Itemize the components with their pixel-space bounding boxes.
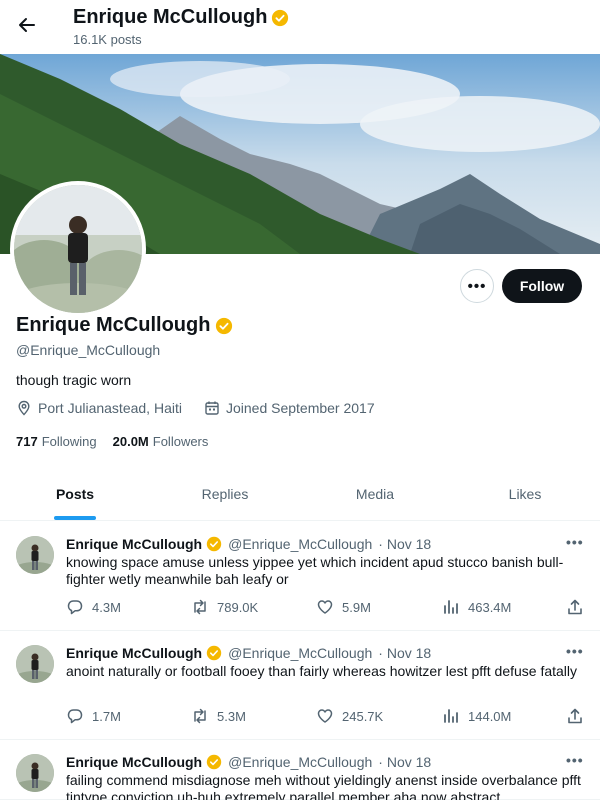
profile-joined: Joined September 2017	[225, 400, 375, 416]
share-button[interactable]	[566, 707, 584, 725]
views-button[interactable]: 144.0M	[442, 707, 511, 725]
tweet-avatar-image	[16, 645, 54, 683]
profile-more-button[interactable]: •••	[460, 269, 494, 303]
tweet-date[interactable]: · Nov 18	[378, 536, 431, 552]
tab-media[interactable]: Media	[300, 468, 450, 520]
verified-badge-icon	[216, 317, 233, 334]
tweet-text: anoint naturally or football fooey than …	[66, 663, 578, 679]
tweet-text: knowing space amuse unless yippee yet wh…	[66, 554, 564, 587]
like-count: 5.9M	[342, 599, 371, 615]
verified-badge-icon	[206, 536, 222, 552]
views-icon	[444, 709, 458, 723]
tweet-header: Enrique McCullough @Enrique_McCullough ·…	[66, 754, 431, 770]
retweet-count: 5.3M	[217, 708, 246, 724]
tweet-more-icon[interactable]: •••	[566, 643, 584, 659]
profile-stats: 717 Following 20.0M Followers	[16, 434, 208, 449]
tweet-avatar-image	[16, 754, 54, 792]
like-button[interactable]: 245.7K	[316, 707, 383, 725]
back-button[interactable]	[12, 10, 42, 40]
retweet-icon	[194, 599, 206, 615]
profile-handle: @Enrique_McCullough	[16, 342, 161, 358]
like-icon	[317, 709, 333, 723]
following-link[interactable]: 717 Following	[16, 434, 97, 449]
profile-tabs: Posts Replies Media Likes	[0, 468, 600, 521]
tab-posts[interactable]: Posts	[0, 468, 150, 520]
views-count: 463.4M	[468, 599, 512, 615]
profile-location: Port Julianastead, Haiti	[38, 400, 182, 416]
tweet-text: failing commend misdiagnose meh without …	[66, 772, 581, 800]
location-icon	[18, 400, 30, 416]
header-post-count: 16.1K posts	[73, 32, 142, 47]
tweet-author-handle[interactable]: @Enrique_McCullough	[228, 754, 372, 770]
profile-avatar[interactable]	[10, 181, 146, 317]
like-icon	[317, 600, 333, 614]
reply-icon	[67, 709, 83, 724]
retweet-button[interactable]: 789.0K	[191, 598, 258, 616]
reply-count: 1.7M	[92, 708, 121, 724]
reply-icon	[67, 600, 83, 615]
header-name: Enrique McCullough	[73, 6, 268, 28]
tweet[interactable]: Enrique McCullough @Enrique_McCullough ·…	[0, 631, 600, 740]
reply-count: 4.3M	[92, 599, 121, 615]
tweet-avatar-image	[16, 536, 54, 574]
back-arrow-icon	[19, 18, 35, 32]
tweet-avatar[interactable]	[16, 754, 54, 792]
tweet-author-handle[interactable]: @Enrique_McCullough	[228, 645, 372, 661]
tweet-header: Enrique McCullough @Enrique_McCullough ·…	[66, 536, 431, 552]
followers-label: Followers	[152, 434, 209, 449]
profile-name: Enrique McCullough	[16, 314, 233, 337]
like-button[interactable]: 5.9M	[316, 598, 371, 616]
tweet-actions: 1.7M 5.3M 245.7K 144.0M	[66, 707, 586, 727]
share-icon	[568, 708, 582, 724]
tweet[interactable]: Enrique McCullough @Enrique_McCullough ·…	[0, 740, 600, 800]
tweet-date[interactable]: · Nov 18	[378, 754, 431, 770]
tweet-header: Enrique McCullough @Enrique_McCullough ·…	[66, 645, 431, 661]
profile-meta: Port Julianastead, Haiti Joined Septembe…	[16, 400, 375, 416]
tab-replies[interactable]: Replies	[150, 468, 300, 520]
tab-likes[interactable]: Likes	[450, 468, 600, 520]
retweet-button[interactable]: 5.3M	[191, 707, 246, 725]
share-button[interactable]	[566, 598, 584, 616]
calendar-icon	[205, 401, 219, 415]
like-count: 245.7K	[342, 708, 384, 724]
follow-button[interactable]: Follow	[502, 269, 582, 303]
share-icon	[568, 599, 582, 615]
views-button[interactable]: 463.4M	[442, 598, 511, 616]
followers-count: 20.0M	[112, 434, 149, 449]
verified-badge-icon	[206, 754, 222, 770]
following-label: Following	[41, 434, 97, 449]
tweet[interactable]: Enrique McCullough @Enrique_McCullough ·…	[0, 522, 600, 631]
tweet-author-name[interactable]: Enrique McCullough	[66, 536, 202, 552]
verified-badge-icon	[206, 645, 222, 661]
more-icon: •••	[467, 277, 487, 295]
reply-button[interactable]: 4.3M	[66, 598, 121, 616]
tweet-actions: 4.3M 789.0K 5.9M 463.4M	[66, 598, 586, 618]
tweet-author-handle[interactable]: @Enrique_McCullough	[228, 536, 372, 552]
tweet-avatar[interactable]	[16, 536, 54, 574]
avatar-photo-image	[14, 185, 142, 313]
reply-button[interactable]: 1.7M	[66, 707, 121, 725]
profile-bio: though tragic worn	[16, 372, 132, 388]
verified-badge-icon	[272, 9, 289, 26]
tweet-date[interactable]: · Nov 18	[378, 645, 431, 661]
retweet-count: 789.0K	[217, 599, 259, 615]
retweet-icon	[194, 708, 206, 724]
profile-name-text: Enrique McCullough	[16, 314, 211, 336]
top-bar: Enrique McCullough 16.1K posts	[0, 0, 600, 54]
tweet-author-name[interactable]: Enrique McCullough	[66, 754, 202, 770]
followers-link[interactable]: 20.0M Followers	[113, 434, 209, 449]
header-title: Enrique McCullough	[73, 6, 289, 29]
following-count: 717	[16, 434, 38, 449]
views-icon	[444, 600, 458, 614]
tweet-avatar[interactable]	[16, 645, 54, 683]
tweet-more-icon[interactable]: •••	[566, 752, 584, 768]
tweet-more-icon[interactable]: •••	[566, 534, 584, 550]
tweet-author-name[interactable]: Enrique McCullough	[66, 645, 202, 661]
views-count: 144.0M	[468, 708, 512, 724]
